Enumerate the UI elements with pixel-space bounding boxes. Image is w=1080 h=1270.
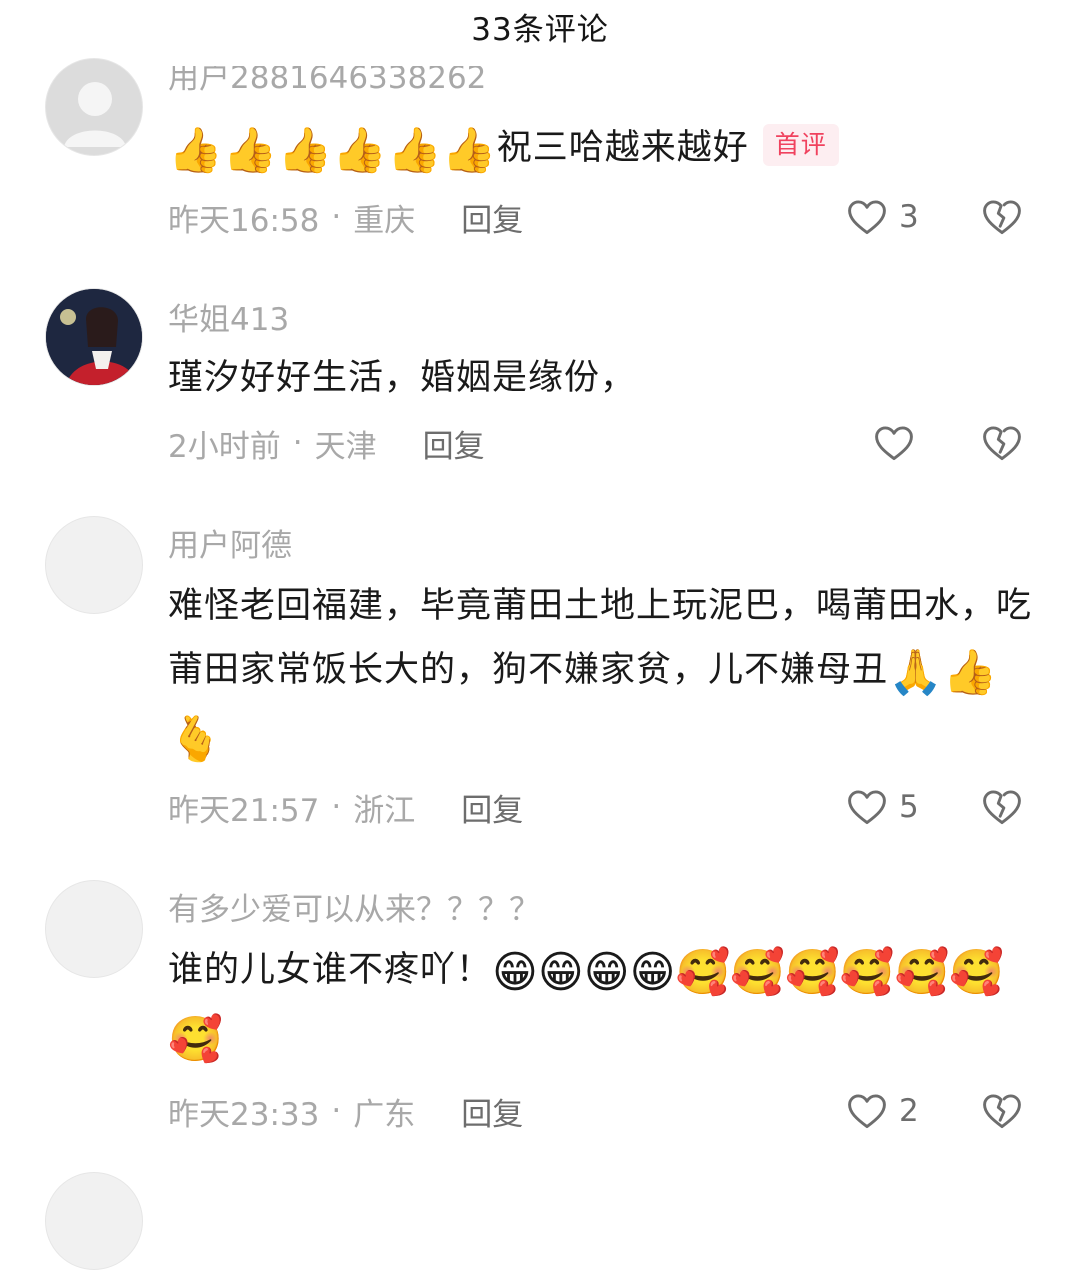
comment-text: 难怪老回福建，毕竟莆田土地上玩泥巴，喝莆田水，吃莆田家常饭长大的，狗不嫌家贫，儿… [168,586,1033,765]
like-button[interactable]: 3 [845,192,935,242]
comment-time: 昨天21:57 [168,792,320,829]
comment-meta: 昨天16:58 · 重庆 回复 [168,195,523,240]
comment-location: 浙江 [353,792,416,829]
comment-meta: 昨天23:33 · 广东 回复 [168,1089,523,1134]
like-count: 3 [899,199,919,235]
user-avatar[interactable] [45,516,143,614]
first-comment-badge: 首评 [762,124,839,166]
comment-text: 谁的儿女谁不疼吖！😁😁😁😁🥰🥰🥰🥰🥰🥰🥰 [168,947,1005,1065]
user-avatar[interactable] [45,1172,143,1270]
dislike-button[interactable] [980,418,1030,468]
user-avatar[interactable] [45,880,143,978]
heart-outline-icon [845,785,889,829]
like-count: 2 [899,1093,919,1129]
comment-username[interactable]: 用户2881646338262 [168,66,486,96]
broken-heart-icon [980,1089,1024,1133]
like-button[interactable] [872,418,962,468]
reply-button[interactable]: 回复 [423,421,485,466]
like-button[interactable]: 5 [845,782,935,832]
comment-time: 昨天16:58 [168,202,320,239]
user-avatar[interactable] [45,58,143,156]
comment-text: 瑾汐好好生活，婚姻是缘份， [168,358,637,398]
comment-location: 广东 [353,1096,416,1133]
comment-text: 👍👍👍👍👍👍祝三哈越来越好 首评 [168,116,1038,180]
broken-heart-icon [980,785,1024,829]
comment-username[interactable]: 华姐413 [168,294,289,339]
comment-meta: 昨天21:57 · 浙江 回复 [168,785,523,830]
comment-list[interactable]: 用户2881646338262 👍👍👍👍👍👍祝三哈越来越好 首评 昨天16:58 … [0,0,1080,1270]
comment-location: 天津 [314,428,377,465]
comment-meta: 2小时前 · 天津 回复 [168,421,485,466]
like-count: 5 [899,789,919,825]
reply-button[interactable]: 回复 [461,195,523,240]
comment-location: 重庆 [353,202,416,239]
dislike-button[interactable] [980,782,1030,832]
heart-outline-icon [845,1089,889,1133]
thumbs-up-emojis: 👍👍👍👍👍👍 [168,125,497,176]
dislike-button[interactable] [980,1086,1030,1136]
comment-time: 昨天23:33 [168,1096,320,1133]
heart-outline-icon [872,421,916,465]
like-button[interactable]: 2 [845,1086,935,1136]
comment-time: 2小时前 [168,428,281,465]
dislike-button[interactable] [980,192,1030,242]
reply-button[interactable]: 回复 [461,1089,523,1134]
broken-heart-icon [980,421,1024,465]
comment-username[interactable]: 有多少爱可以从来？？？？ [168,884,540,929]
broken-heart-icon [980,195,1024,239]
heart-outline-icon [845,195,889,239]
reply-button[interactable]: 回复 [461,785,523,830]
user-avatar[interactable] [45,288,143,386]
comment-username[interactable]: 用户阿德 [168,520,292,565]
